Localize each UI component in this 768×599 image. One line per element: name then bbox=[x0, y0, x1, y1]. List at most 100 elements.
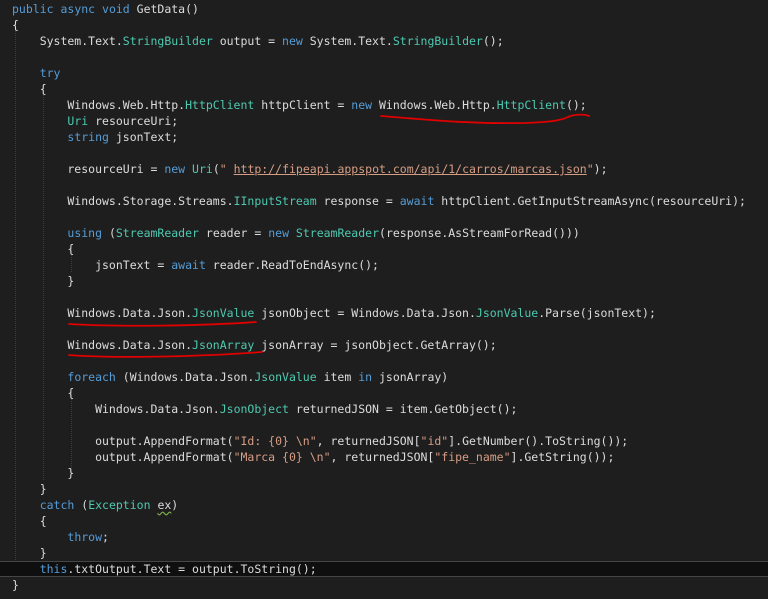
code-line[interactable] bbox=[0, 177, 768, 193]
code-token: Windows.Web.Http. bbox=[378, 98, 497, 112]
code-token: ) bbox=[171, 498, 179, 512]
code-line[interactable]: } bbox=[0, 465, 768, 481]
code-line[interactable]: { bbox=[0, 513, 768, 529]
code-token: ); bbox=[593, 162, 608, 176]
code-token: , returnedJSON[ bbox=[330, 450, 435, 464]
code-token: catch bbox=[39, 498, 82, 512]
code-token: reader = bbox=[198, 226, 269, 240]
code-token: { bbox=[12, 82, 47, 96]
code-token: StreamReader bbox=[295, 226, 380, 240]
code-line[interactable]: System.Text.StringBuilder output = new S… bbox=[0, 33, 768, 49]
code-token: ].GetString()); bbox=[510, 450, 615, 464]
code-token: IInputStream bbox=[233, 194, 317, 208]
code-line[interactable] bbox=[0, 353, 768, 369]
code-token: output.AppendFormat( bbox=[12, 434, 234, 448]
code-token: { bbox=[12, 514, 47, 528]
code-token: Exception bbox=[88, 498, 151, 512]
code-token: void bbox=[102, 2, 137, 16]
code-token: await bbox=[171, 258, 213, 272]
code-token: async bbox=[60, 2, 103, 16]
code-line[interactable]: this.txtOutput.Text = output.ToString(); bbox=[0, 561, 768, 577]
code-line[interactable]: public async void GetData() bbox=[0, 1, 768, 17]
code-token: output.AppendFormat( bbox=[12, 450, 234, 464]
code-token: jsonArray = jsonObject.GetArray(); bbox=[254, 338, 497, 352]
code-token: (Windows.Data.Json. bbox=[122, 370, 255, 384]
code-token: new bbox=[164, 162, 193, 176]
code-line[interactable]: output.AppendFormat("Id: {0} \n", return… bbox=[0, 433, 768, 449]
code-line[interactable]: { bbox=[0, 81, 768, 97]
code-token: item bbox=[316, 370, 359, 384]
code-line[interactable]: Windows.Web.Http.HttpClient httpClient =… bbox=[0, 97, 768, 113]
code-line[interactable]: Windows.Data.Json.JsonArray jsonArray = … bbox=[0, 337, 768, 353]
code-editor[interactable]: public async void GetData(){ System.Text… bbox=[0, 0, 768, 599]
code-token: http://fipeapi.appspot.com/api/1/carros/… bbox=[233, 162, 587, 176]
code-line[interactable] bbox=[0, 209, 768, 225]
code-token: foreach bbox=[67, 370, 123, 384]
code-line[interactable] bbox=[0, 49, 768, 65]
code-line[interactable]: using (StreamReader reader = new StreamR… bbox=[0, 225, 768, 241]
code-line[interactable]: { bbox=[0, 241, 768, 257]
code-line[interactable]: string jsonText; bbox=[0, 129, 768, 145]
code-line[interactable]: output.AppendFormat("Marca {0} \n", retu… bbox=[0, 449, 768, 465]
code-token: new bbox=[282, 34, 310, 48]
code-token: } bbox=[12, 578, 19, 592]
code-line[interactable]: try bbox=[0, 65, 768, 81]
code-line[interactable]: { bbox=[0, 17, 768, 33]
code-token: new bbox=[268, 226, 296, 240]
code-line[interactable]: } bbox=[0, 273, 768, 289]
code-token: Windows.Data.Json. bbox=[12, 306, 193, 320]
code-token: new bbox=[351, 98, 379, 112]
code-token: Uri bbox=[67, 114, 89, 128]
code-token: Uri bbox=[192, 162, 213, 176]
code-token: "Id: {0} \n" bbox=[233, 434, 317, 448]
code-line[interactable]: catch (Exception ex) bbox=[0, 497, 768, 513]
code-token: ( bbox=[212, 162, 220, 176]
code-line[interactable]: jsonText = await reader.ReadToEndAsync()… bbox=[0, 257, 768, 273]
code-token: JsonObject bbox=[219, 402, 289, 416]
code-line[interactable]: Windows.Storage.Streams.IInputStream res… bbox=[0, 193, 768, 209]
code-line[interactable]: Windows.Data.Json.JsonValue jsonObject =… bbox=[0, 305, 768, 321]
code-token: { bbox=[12, 386, 75, 400]
code-line[interactable] bbox=[0, 289, 768, 305]
code-token: { bbox=[12, 18, 19, 32]
code-line[interactable]: foreach (Windows.Data.Json.JsonValue ite… bbox=[0, 369, 768, 385]
code-token: output = bbox=[212, 34, 283, 48]
code-token: " bbox=[219, 162, 234, 176]
code-token: ; bbox=[102, 530, 109, 544]
code-token: reader.ReadToEndAsync(); bbox=[212, 258, 379, 272]
code-token: jsonArray) bbox=[378, 370, 449, 384]
code-token: HttpClient bbox=[185, 98, 255, 112]
code-line[interactable] bbox=[0, 145, 768, 161]
code-token: HttpClient bbox=[496, 98, 566, 112]
code-line[interactable]: } bbox=[0, 545, 768, 561]
code-line[interactable]: Windows.Data.Json.JsonObject returnedJSO… bbox=[0, 401, 768, 417]
code-line[interactable]: } bbox=[0, 481, 768, 497]
code-token: (); bbox=[565, 98, 587, 112]
code-token: Windows.Data.Json. bbox=[12, 402, 220, 416]
code-token: "fipe_name" bbox=[434, 450, 511, 464]
code-line[interactable] bbox=[0, 321, 768, 337]
code-token: ( bbox=[108, 226, 116, 240]
code-line[interactable] bbox=[0, 417, 768, 433]
code-token: JsonValue bbox=[192, 306, 255, 320]
code-line[interactable]: { bbox=[0, 385, 768, 401]
code-token: public bbox=[12, 2, 61, 16]
code-line[interactable]: } bbox=[0, 577, 768, 593]
code-token: jsonText = bbox=[12, 258, 172, 272]
code-token: resourceUri; bbox=[88, 114, 179, 128]
code-token: (); bbox=[482, 34, 504, 48]
code-token: in bbox=[358, 370, 379, 384]
code-token: await bbox=[399, 194, 442, 208]
code-line[interactable]: throw; bbox=[0, 529, 768, 545]
code-line[interactable]: Uri resourceUri; bbox=[0, 113, 768, 129]
code-token: using bbox=[67, 226, 109, 240]
code-token: httpClient.GetInputStreamAsync(resourceU… bbox=[441, 194, 746, 208]
code-token: this bbox=[39, 562, 68, 576]
code-token: } bbox=[12, 466, 75, 480]
code-line[interactable]: resourceUri = new Uri(" http://fipeapi.a… bbox=[0, 161, 768, 177]
